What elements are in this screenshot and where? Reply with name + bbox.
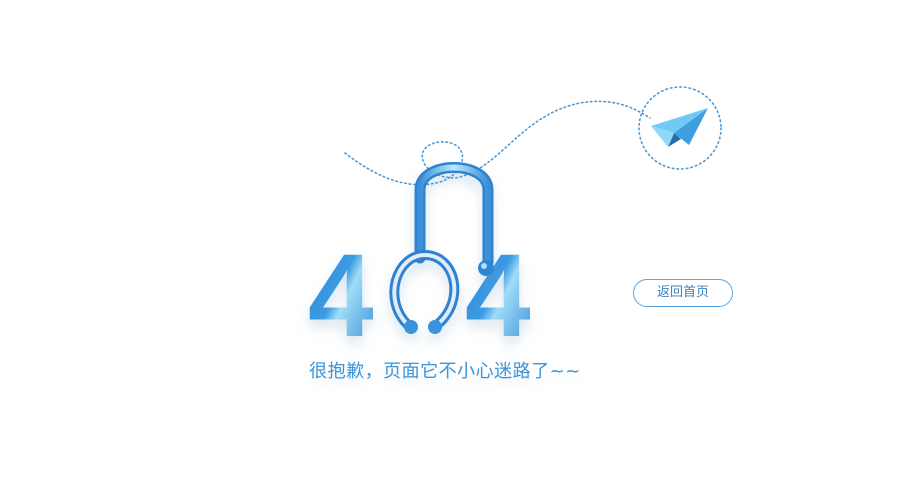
error-digit-right: 4 xyxy=(465,230,531,362)
illustration-404: 4 4 xyxy=(308,86,722,362)
return-home-button[interactable]: 返回首页 xyxy=(633,279,733,307)
error-message: 很抱歉，页面它不小心迷路了~~ xyxy=(309,361,581,382)
paper-airplane-icon xyxy=(651,108,708,147)
error-digit-left: 4 xyxy=(308,230,374,362)
error-page: 4 4 很抱歉，页面它不小心迷路了~~ 返回首页 xyxy=(0,0,900,500)
flight-path xyxy=(344,100,651,186)
